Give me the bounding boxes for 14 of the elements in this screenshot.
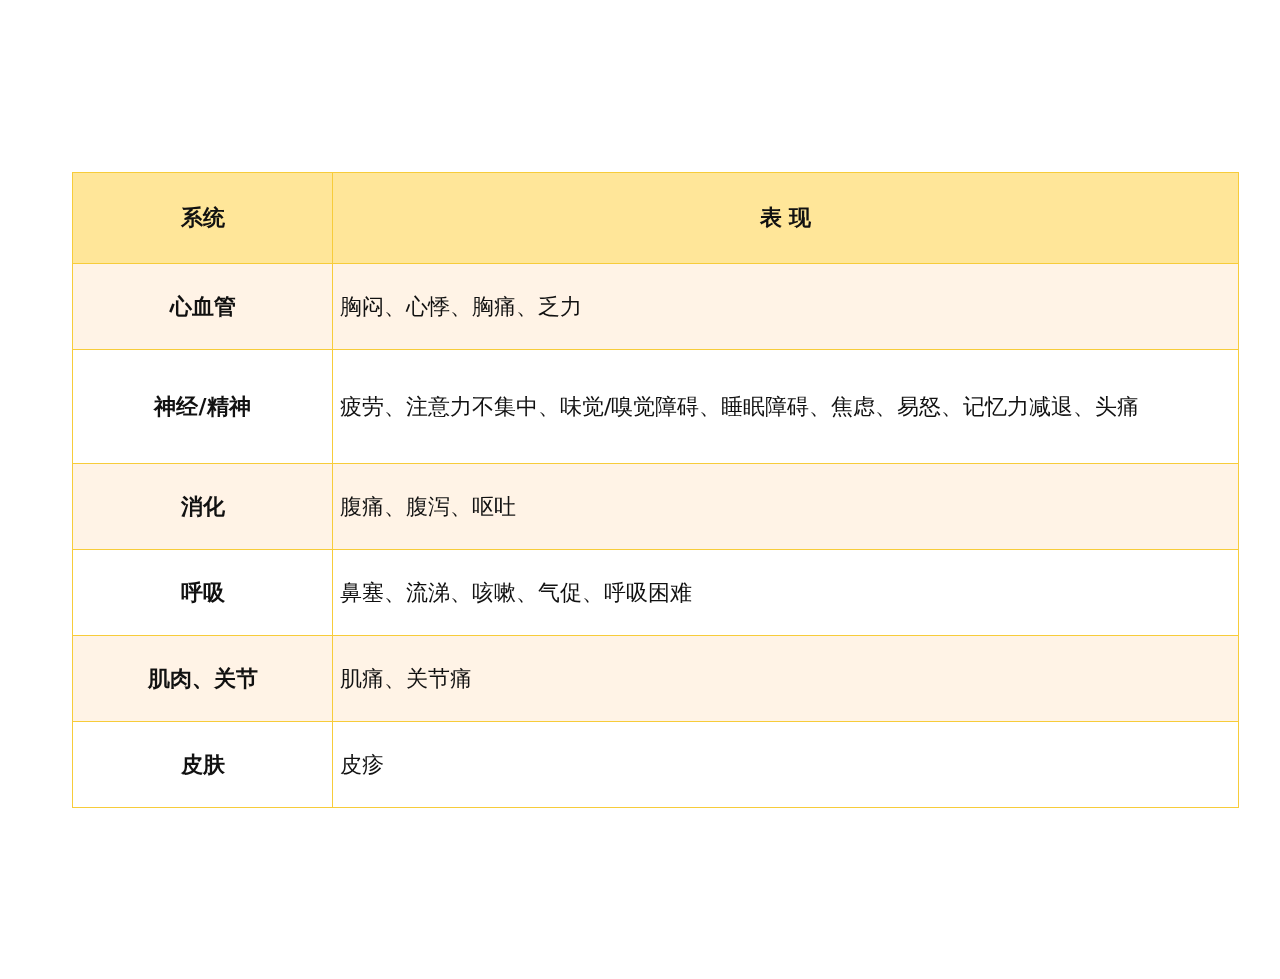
table-cell: 腹痛、腹泻、呕吐 (332, 463, 1239, 550)
table-cell: 胸闷、心悸、胸痛、乏力 (332, 263, 1239, 350)
table-cell: 皮疹 (332, 721, 1239, 808)
table-cell: 呼吸 (72, 549, 333, 636)
column-header: 系统 (72, 172, 333, 264)
table-cell: 皮肤 (72, 721, 333, 808)
table-cell: 神经/精神 (72, 349, 333, 464)
column-header: 表 现 (332, 172, 1239, 264)
table-cell: 心血管 (72, 263, 333, 350)
table-cell: 疲劳、注意力不集中、味觉/嗅觉障碍、睡眠障碍、焦虑、易怒、记忆力减退、头痛 (332, 349, 1239, 464)
table-cell: 肌痛、关节痛 (332, 635, 1239, 722)
table-cell: 鼻塞、流涕、咳嗽、气促、呼吸困难 (332, 549, 1239, 636)
table-cell: 肌肉、关节 (72, 635, 333, 722)
table-cell: 消化 (72, 463, 333, 550)
